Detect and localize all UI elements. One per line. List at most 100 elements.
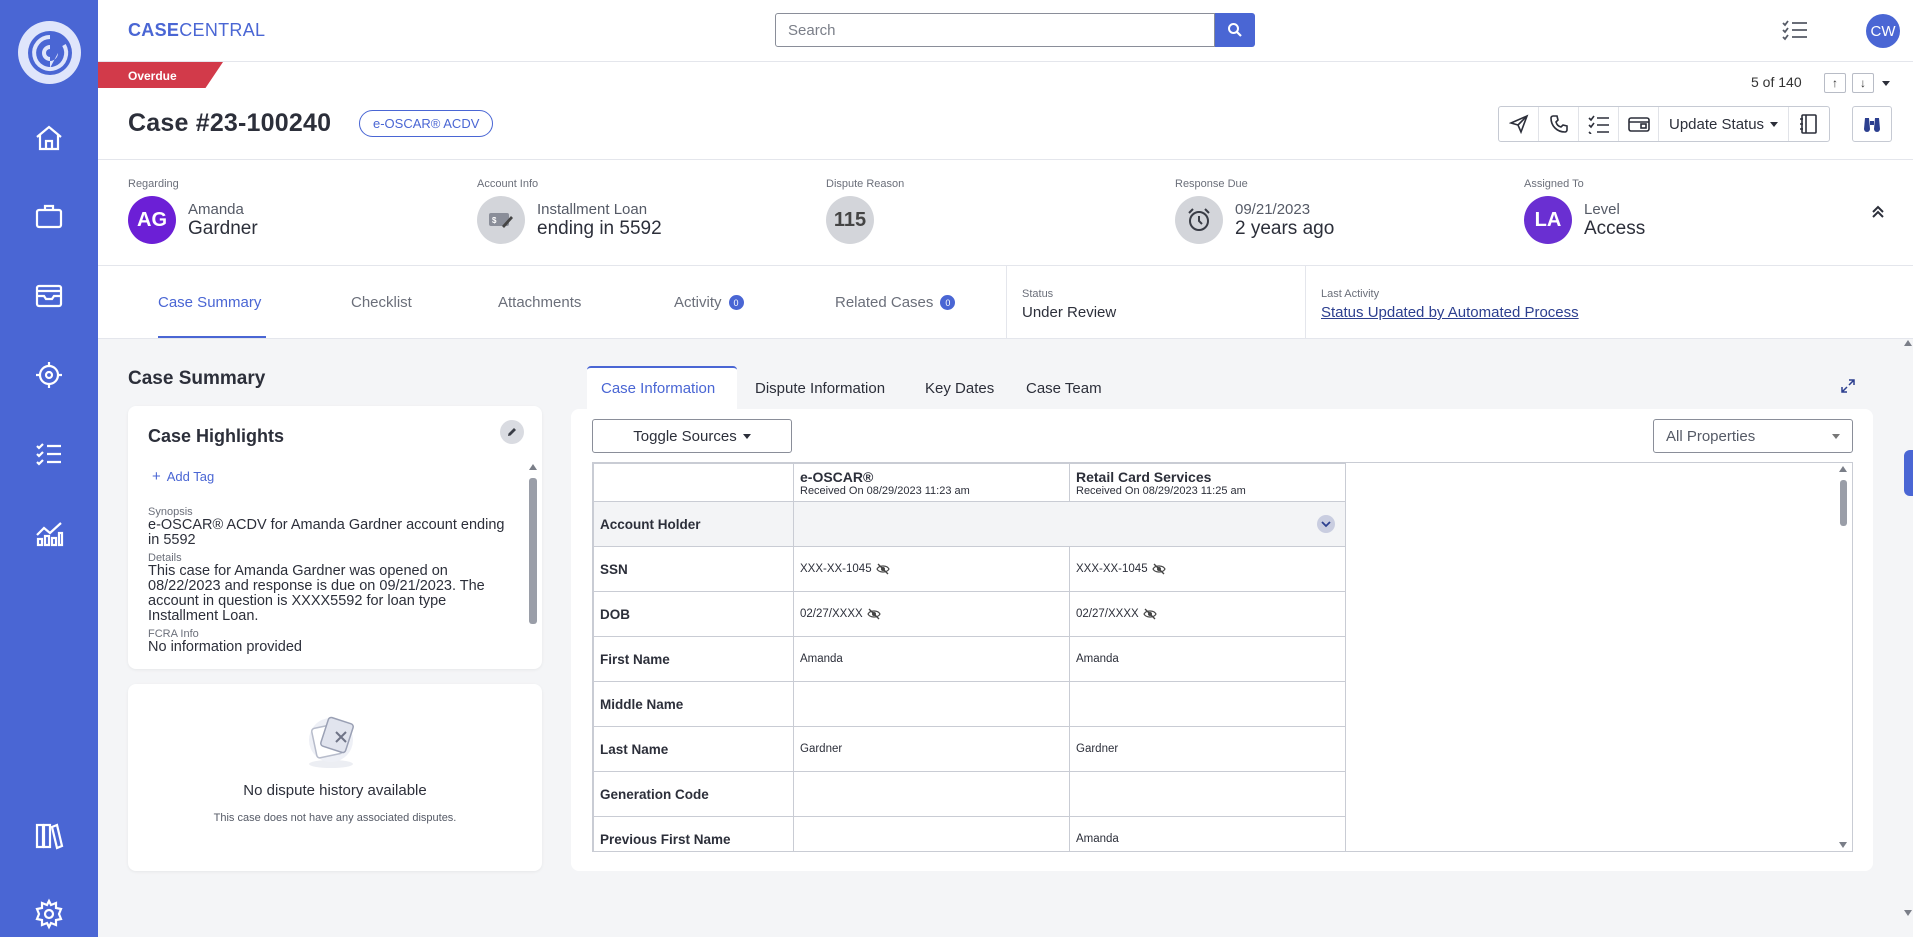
- checklist-icon: [1587, 115, 1609, 134]
- response-due-block: Response Due 09/21/2023 2 years ago: [1175, 178, 1334, 244]
- sources-table: e-OSCAR® Received On 08/29/2023 11:23 am…: [593, 463, 1346, 851]
- case-header: Overdue Case #23-100240 e-OSCAR® ACDV 5 …: [98, 62, 1913, 160]
- regarding-block: Regarding AG Amanda Gardner: [128, 178, 258, 244]
- tab-case-summary[interactable]: Case Summary: [158, 294, 261, 311]
- tab-checklist[interactable]: Checklist: [351, 294, 412, 311]
- eye-slash-icon[interactable]: [875, 563, 890, 575]
- app-logo-icon[interactable]: [18, 21, 81, 84]
- update-status-dropdown[interactable]: Update Status: [1659, 107, 1790, 141]
- page-scrollbar[interactable]: [1903, 340, 1913, 937]
- add-tag-button[interactable]: + Add Tag: [152, 468, 214, 485]
- tab-label: Attachments: [498, 294, 582, 311]
- field-name: SSN: [593, 546, 794, 592]
- home-icon[interactable]: [31, 120, 67, 156]
- divider: [1305, 266, 1306, 339]
- tab-related-cases[interactable]: Related Cases 0: [835, 294, 956, 311]
- source-column-header: Retail Card Services Received On 08/29/2…: [1069, 463, 1346, 502]
- tab-case-information[interactable]: Case Information: [601, 380, 715, 397]
- scroll-up-arrow-icon[interactable]: [529, 464, 537, 470]
- regarding-last-name: Gardner: [188, 217, 258, 239]
- pager-menu-button[interactable]: [1877, 73, 1895, 93]
- field-value: 02/27/XXXX: [1069, 591, 1346, 637]
- brand-thin: CENTRAL: [179, 20, 266, 40]
- analytics-icon[interactable]: [31, 515, 67, 551]
- search-icon: [1228, 23, 1242, 37]
- expand-panel-button[interactable]: [1840, 378, 1856, 399]
- scroll-up-arrow-icon[interactable]: [1839, 466, 1847, 472]
- field-name: Previous First Name: [593, 816, 794, 851]
- briefcase-icon[interactable]: [31, 198, 67, 234]
- case-info-strip: Regarding AG Amanda Gardner Account Info…: [98, 160, 1913, 266]
- chevron-down-icon: [1882, 80, 1890, 86]
- case-highlights-title: Case Highlights: [148, 426, 285, 446]
- toggle-sources-button[interactable]: Toggle Sources: [592, 419, 792, 453]
- regarding-avatar: AG: [128, 196, 176, 244]
- case-tabs-row: Case Summary Checklist Attachments Activ…: [98, 266, 1913, 339]
- settings-gear-icon[interactable]: [31, 896, 67, 932]
- tab-activity[interactable]: Activity 0: [674, 294, 744, 311]
- last-activity-link[interactable]: Status Updated by Automated Process: [1321, 304, 1579, 321]
- expand-group-button[interactable]: [1317, 515, 1335, 533]
- checklist-button[interactable]: [1579, 107, 1619, 141]
- assigned-to-label: Assigned To: [1524, 178, 1584, 190]
- field-value: [793, 681, 1070, 727]
- grid-scrollbar[interactable]: [1835, 462, 1853, 852]
- caret-down-icon: [742, 433, 751, 439]
- highlights-scroll-area[interactable]: Synopsis e-OSCAR® ACDV for Amanda Gardne…: [148, 502, 518, 670]
- collapse-info-button[interactable]: [1868, 202, 1888, 222]
- library-icon[interactable]: [31, 818, 67, 854]
- field-value: [793, 771, 1070, 817]
- task-list-button[interactable]: [1780, 15, 1810, 45]
- synopsis-text: e-OSCAR® ACDV for Amanda Gardner account…: [148, 517, 505, 548]
- brand-logo[interactable]: CASECENTRAL: [128, 20, 265, 41]
- checklist-icon[interactable]: [31, 436, 67, 472]
- eye-slash-icon[interactable]: [1151, 563, 1166, 575]
- add-tag-label: Add Tag: [166, 469, 215, 484]
- target-icon[interactable]: [31, 357, 67, 393]
- payment-button[interactable]: [1619, 107, 1659, 141]
- search-button[interactable]: [1215, 13, 1255, 47]
- dispute-reason-code: 115: [826, 196, 874, 244]
- tab-key-dates[interactable]: Key Dates: [925, 380, 994, 397]
- tab-case-team[interactable]: Case Team: [1026, 380, 1102, 397]
- status-value: Under Review: [1022, 304, 1117, 321]
- left-nav-rail: [0, 0, 98, 937]
- group-cell: [793, 501, 1346, 547]
- table-row: First Name Amanda Amanda: [593, 636, 1346, 682]
- eye-slash-icon[interactable]: [866, 608, 881, 620]
- tab-dispute-information[interactable]: Dispute Information: [755, 380, 885, 397]
- field-value: [1069, 771, 1346, 817]
- next-case-button[interactable]: ↓: [1852, 73, 1874, 93]
- assigned-to-block: Assigned To LA Level Access: [1524, 178, 1645, 244]
- scroll-thumb[interactable]: [1840, 480, 1847, 526]
- response-due-relative: 2 years ago: [1235, 217, 1335, 239]
- eye-slash-icon[interactable]: [1142, 608, 1157, 620]
- investigate-button[interactable]: [1852, 106, 1892, 142]
- notes-button[interactable]: [1789, 107, 1829, 141]
- call-button[interactable]: [1539, 107, 1579, 141]
- field-column-header: [593, 463, 794, 502]
- field-name: First Name: [593, 636, 794, 682]
- inbox-icon[interactable]: [31, 278, 67, 314]
- scroll-thumb[interactable]: [1904, 450, 1913, 496]
- account-ending: ending in 5592: [537, 217, 662, 239]
- no-dispute-title: No dispute history available: [243, 782, 427, 799]
- scroll-up-arrow-icon[interactable]: [1904, 340, 1912, 346]
- tab-label: Related Cases: [835, 294, 934, 311]
- scroll-down-arrow-icon[interactable]: [1839, 842, 1847, 848]
- prev-case-button[interactable]: ↑: [1824, 73, 1846, 93]
- edit-highlights-button[interactable]: [500, 420, 524, 444]
- scroll-thumb[interactable]: [529, 478, 537, 624]
- update-status-label: Update Status: [1669, 115, 1765, 133]
- source-received-date: Received On 08/29/2023 11:25 am: [1076, 484, 1246, 497]
- scroll-down-arrow-icon[interactable]: [1904, 910, 1912, 916]
- send-button[interactable]: [1499, 107, 1539, 141]
- search-input[interactable]: [775, 13, 1215, 47]
- paper-plane-icon: [1508, 114, 1528, 134]
- field-name: DOB: [593, 591, 794, 637]
- highlights-scrollbar[interactable]: [528, 464, 538, 722]
- field-value: Amanda: [1069, 636, 1346, 682]
- properties-select[interactable]: All Properties: [1653, 419, 1853, 453]
- user-avatar[interactable]: CW: [1866, 14, 1900, 48]
- tab-attachments[interactable]: Attachments: [498, 294, 581, 311]
